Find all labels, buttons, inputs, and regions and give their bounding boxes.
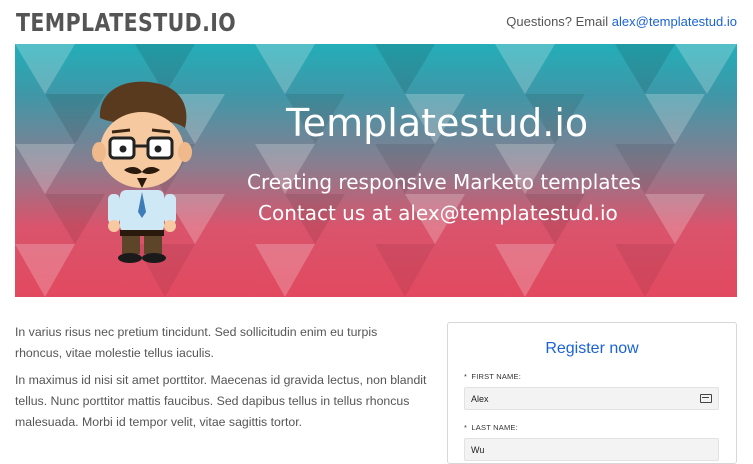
- first-name-label-text: FIRST NAME:: [471, 372, 521, 381]
- contact-card-icon[interactable]: [700, 394, 712, 403]
- mascot-illustration: [92, 81, 192, 263]
- header-contact: Questions? Email alex@templatestud.io: [506, 14, 737, 29]
- required-marker: *: [464, 423, 468, 432]
- hero-subtitle-line2: Contact us at alex@templatestud.io: [258, 201, 618, 225]
- site-logo[interactable]: TEMPLATESTUD.IO: [16, 8, 236, 37]
- last-name-label-text: LAST NAME:: [471, 423, 518, 432]
- form-title: Register now: [545, 340, 639, 357]
- main-content: In varius risus nec pretium tincidunt. S…: [15, 322, 427, 439]
- hero-banner: Templatestud.io Creating responsive Mark…: [15, 44, 737, 297]
- required-marker: *: [464, 372, 468, 381]
- contact-email-link[interactable]: alex@templatestud.io: [612, 14, 737, 29]
- hero-subtitle-line1: Creating responsive Marketo templates: [247, 170, 642, 194]
- hero-title: Templatestud.io: [286, 101, 589, 145]
- first-name-input[interactable]: Alex: [464, 387, 719, 410]
- content-paragraph: In varius risus nec pretium tincidunt. S…: [15, 325, 378, 360]
- registration-form: Register now * FIRST NAME: Alex * LAST N…: [447, 322, 737, 464]
- first-name-value: Alex: [471, 394, 489, 404]
- first-name-label: * FIRST NAME:: [464, 372, 521, 381]
- last-name-label: * LAST NAME:: [464, 423, 518, 432]
- content-paragraph: In maximus id nisi sit amet porttitor. M…: [15, 373, 427, 429]
- contact-prefix: Questions? Email: [506, 14, 609, 29]
- last-name-value: Wu: [471, 445, 485, 455]
